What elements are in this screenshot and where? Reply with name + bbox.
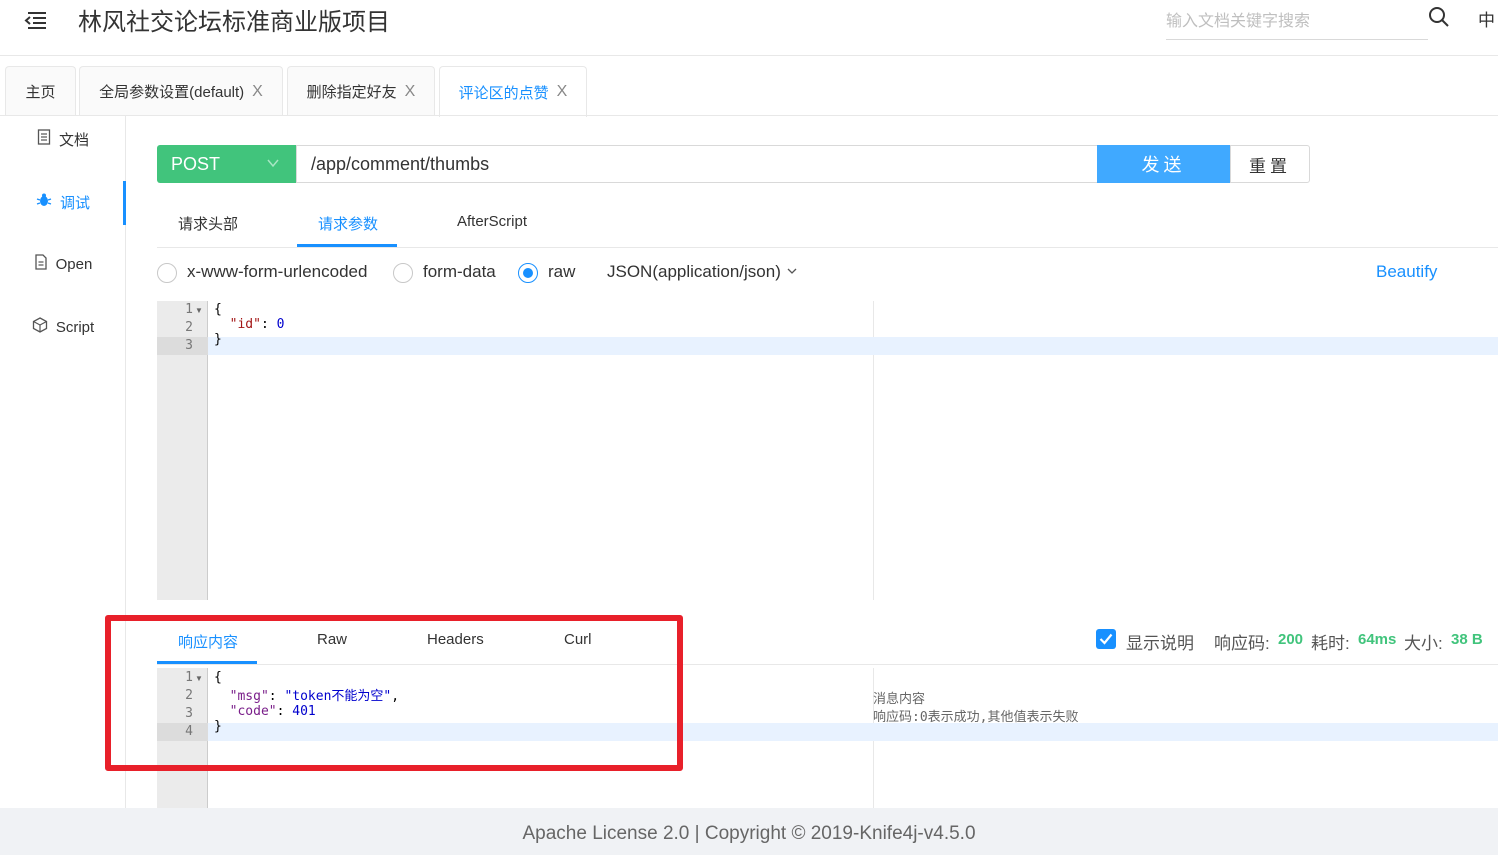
chevron-down-icon: [787, 268, 797, 274]
highlight-annotation-box: [105, 615, 683, 771]
content-type-value: JSON(application/json): [607, 262, 781, 281]
radio-urlencoded[interactable]: [157, 263, 177, 283]
sidebar-item-label: Script: [55, 318, 95, 336]
send-button[interactable]: 发送: [1097, 145, 1230, 183]
file-icon: [34, 254, 48, 274]
sidebar-item-debug[interactable]: 调试: [0, 177, 126, 227]
radio-form-data[interactable]: [393, 263, 413, 283]
document-icon: [37, 129, 51, 149]
tab-request-params[interactable]: 请求参数: [318, 213, 378, 234]
tab-label: 评论区的点赞: [458, 84, 549, 102]
reset-button[interactable]: 重置: [1230, 145, 1310, 183]
response-size-label: 大小:: [1404, 634, 1443, 653]
bug-icon: [36, 192, 52, 212]
sidebar-item-docs[interactable]: 文档: [0, 114, 126, 164]
tab-label: 删除指定好友: [306, 84, 397, 101]
radio-form-data-label[interactable]: form-data: [423, 262, 496, 282]
check-icon: [1099, 633, 1113, 645]
show-description-checkbox[interactable]: [1096, 629, 1116, 649]
response-time-value: 64ms: [1358, 631, 1397, 648]
sidebar-item-label: 调试: [59, 194, 90, 212]
tabbar-divider: [0, 115, 1498, 116]
field-description: 消息内容: [873, 692, 926, 707]
method-value: POST: [171, 153, 221, 174]
app-title: 林风社交论坛标准商业版项目: [78, 9, 390, 36]
line-number: 3: [185, 338, 193, 353]
url-input[interactable]: [296, 145, 1098, 183]
sidebar-item-open[interactable]: Open: [0, 239, 126, 289]
radio-raw-label[interactable]: raw: [548, 262, 575, 282]
content-type-select[interactable]: JSON(application/json): [607, 262, 798, 282]
line-number: 1: [185, 302, 193, 317]
beautify-button[interactable]: Beautify: [1376, 262, 1437, 282]
language-toggle[interactable]: 中: [1478, 6, 1495, 31]
fold-arrow-icon[interactable]: ▼: [195, 306, 203, 315]
radio-raw[interactable]: [518, 263, 538, 283]
tab-comment-thumbs[interactable]: 评论区的点赞 X: [439, 66, 587, 117]
radio-urlencoded-label[interactable]: x-www-form-urlencoded: [187, 262, 367, 282]
line-number: 2: [185, 320, 193, 335]
chevron-down-icon[interactable]: [266, 156, 280, 170]
field-description: 响应码:0表示成功,其他值表示失败: [873, 710, 1079, 725]
close-icon[interactable]: X: [252, 83, 263, 100]
request-tab-active-indicator: [297, 244, 397, 247]
sidebar-item-label: 文档: [58, 131, 89, 149]
tab-request-headers[interactable]: 请求头部: [178, 213, 238, 234]
request-body-editor[interactable]: { "id": 0 }: [214, 302, 284, 347]
top-header: 林风社交论坛标准商业版项目 中: [0, 0, 1498, 56]
tab-home[interactable]: 主页: [5, 66, 76, 116]
sidebar-item-label: Open: [55, 255, 93, 273]
tab-label: 全局参数设置(default): [99, 84, 245, 101]
editor-active-line: [208, 337, 1498, 355]
menu-fold-icon[interactable]: [22, 8, 48, 32]
request-tabs-divider: [157, 247, 1498, 248]
status-code-label: 响应码:: [1214, 634, 1270, 653]
tab-label: 主页: [25, 84, 56, 101]
code-icon: [32, 317, 48, 337]
close-icon[interactable]: X: [405, 83, 416, 100]
tab-delete-friend[interactable]: 删除指定好友 X: [287, 66, 435, 116]
footer-copyright: Apache License 2.0 | Copyright © 2019-Kn…: [522, 823, 976, 844]
search-input[interactable]: [1166, 4, 1428, 40]
tab-after-script[interactable]: AfterScript: [457, 213, 527, 230]
tab-global-params[interactable]: 全局参数设置(default) X: [79, 66, 283, 116]
close-icon[interactable]: X: [557, 84, 568, 100]
show-description-label[interactable]: 显示说明: [1126, 629, 1194, 654]
sidebar-active-indicator: [123, 181, 126, 225]
response-time-label: 耗时:: [1311, 634, 1350, 653]
search-icon[interactable]: [1428, 6, 1450, 28]
sidebar-item-script[interactable]: Script: [0, 302, 126, 352]
response-size-value: 38 B: [1451, 631, 1483, 648]
status-code-value: 200: [1278, 631, 1304, 648]
